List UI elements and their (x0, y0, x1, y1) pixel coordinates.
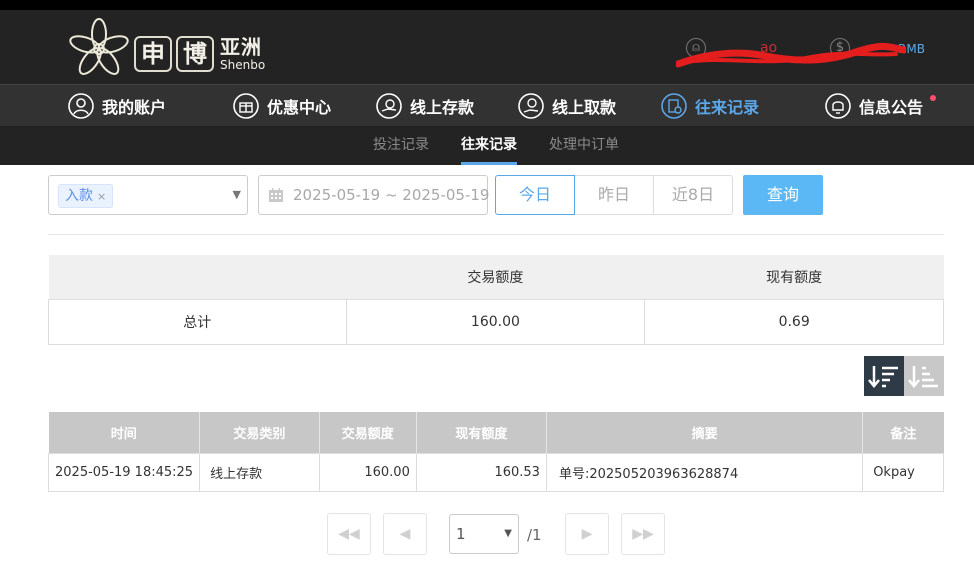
subnav-transaction-records[interactable]: 往来记录 (461, 126, 517, 165)
page-total: /1 (527, 526, 542, 544)
col-header-remark: 备注 (862, 412, 944, 454)
last-page-button[interactable]: ▶▶ (621, 513, 665, 555)
subnav-pending-orders[interactable]: 处理中订单 (549, 126, 619, 165)
sort-ascending-button[interactable] (904, 356, 944, 396)
cell-time: 2025-05-19 18:45:25 (47, 453, 201, 492)
logo-text-cn: 亚洲 (220, 35, 262, 59)
main-nav: 我的账户 优惠中心 线上存款 线上取款 往来记录 信息公告 (0, 84, 974, 126)
user-circle-icon[interactable]: ⍝ (686, 38, 706, 58)
nav-label: 优惠中心 (267, 98, 332, 117)
date-range-picker[interactable]: 2025-05-19 ~ 2025-05-19 (258, 175, 490, 215)
nav-label: 信息公告 (859, 98, 924, 117)
first-page-button[interactable]: ◀◀ (327, 513, 371, 555)
dollar-circle-icon: $ (830, 38, 850, 58)
cell-summary: 单号:202505203963628874 (545, 453, 864, 492)
gift-icon (233, 93, 259, 119)
nav-label: 我的账户 (102, 98, 167, 117)
summary-header-empty (48, 255, 347, 300)
sort-descending-icon (868, 366, 898, 388)
nav-transaction-records[interactable]: 往来记录 (661, 85, 759, 127)
cell-balance: 160.53 (415, 453, 547, 492)
col-header-time: 时间 (48, 412, 201, 454)
flower-logo-icon (69, 18, 129, 75)
nav-announcements[interactable]: 信息公告 (825, 85, 923, 127)
deposit-icon (376, 93, 402, 119)
yesterday-button[interactable]: 昨日 (575, 175, 654, 215)
table-row: 2025-05-19 18:45:25 线上存款 160.00 160.53 单… (47, 453, 944, 492)
cell-remark: Okpay (862, 453, 944, 492)
nav-label: 线上取款 (552, 98, 617, 117)
nav-my-account[interactable]: 我的账户 (68, 85, 166, 127)
page-select-value: 1 (456, 525, 466, 543)
sub-nav: 投注记录 往来记录 处理中订单 (0, 126, 974, 165)
divider (48, 234, 944, 235)
type-tag: 入款 × (58, 184, 114, 208)
chevron-down-icon: ▼ (504, 528, 512, 539)
summary-table: 交易额度 现有额度 总计 160.00 0.69 (48, 255, 944, 345)
summary-total-amount: 160.00 (345, 299, 646, 345)
col-header-amount: 交易额度 (319, 412, 417, 454)
date-range-value: 2025-05-19 ~ 2025-05-19 (293, 186, 490, 204)
summary-total-label: 总计 (48, 299, 347, 345)
transactions-table: 时间 交易类别 交易额度 现有额度 摘要 备注 2025-05-19 18:45… (47, 412, 944, 492)
quick-date-buttons: 今日 昨日 近8日 (495, 175, 733, 215)
user-icon (68, 93, 94, 119)
withdraw-icon (518, 93, 544, 119)
query-button[interactable]: 查询 (743, 175, 823, 215)
site-header: 申 博 亚洲 Shenbo ⍝ ao $ RMB (0, 10, 974, 84)
col-header-summary: 摘要 (546, 412, 864, 454)
col-header-balance: 现有额度 (416, 412, 547, 454)
transaction-type-select[interactable]: 入款 × ▼ (48, 175, 248, 215)
type-tag-label: 入款 (65, 188, 93, 204)
nav-online-withdraw[interactable]: 线上取款 (518, 85, 616, 127)
sort-ascending-icon (908, 366, 938, 388)
records-icon (661, 93, 687, 119)
nav-label: 往来记录 (695, 98, 760, 117)
top-strip (0, 0, 974, 10)
balance-unit: RMB (898, 42, 925, 56)
logo-char-1: 申 (134, 36, 172, 72)
caret-down-icon: ▼ (232, 188, 241, 201)
calendar-icon (269, 188, 283, 202)
cell-amount: 160.00 (318, 453, 417, 492)
username-text: ao (760, 40, 778, 56)
nav-promotions[interactable]: 优惠中心 (233, 85, 331, 127)
notification-dot (930, 95, 936, 101)
table-header-row: 时间 交易类别 交易额度 现有额度 摘要 备注 (48, 412, 944, 454)
col-header-type: 交易类别 (199, 412, 320, 454)
tag-close-icon[interactable]: × (97, 190, 106, 203)
redaction-scribble (676, 42, 906, 68)
summary-current-balance: 0.69 (644, 299, 944, 345)
nav-online-deposit[interactable]: 线上存款 (376, 85, 474, 127)
summary-header-balance: 现有额度 (644, 255, 944, 300)
sort-descending-button[interactable] (864, 356, 904, 396)
prev-page-button[interactable]: ◀ (383, 513, 427, 555)
last-8-days-button[interactable]: 近8日 (654, 175, 733, 215)
subnav-bet-records[interactable]: 投注记录 (373, 126, 429, 165)
cell-type: 线上存款 (199, 453, 320, 492)
bell-icon (825, 93, 851, 119)
logo-text-en: Shenbo (220, 58, 266, 72)
today-button[interactable]: 今日 (495, 175, 575, 215)
page-select[interactable]: 1 ▼ (449, 514, 519, 554)
summary-header-amount: 交易额度 (346, 255, 645, 300)
next-page-button[interactable]: ▶ (565, 513, 609, 555)
nav-label: 线上存款 (410, 98, 475, 117)
logo-char-2: 博 (176, 36, 214, 72)
